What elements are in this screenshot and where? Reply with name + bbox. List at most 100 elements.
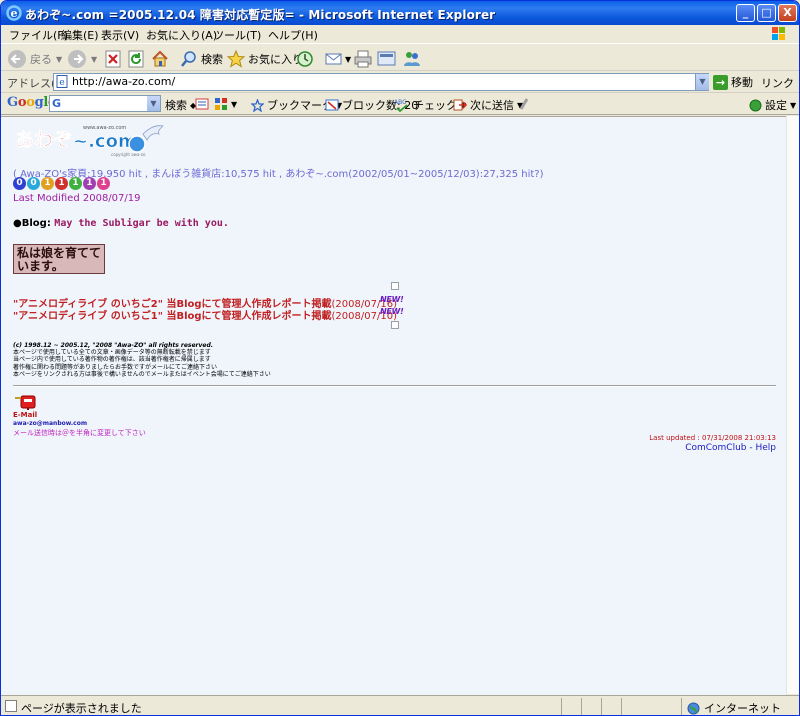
menu-view[interactable]: 表示(V) (101, 27, 139, 43)
menu-tools[interactable]: ツール(T) (213, 27, 261, 43)
links-button[interactable]: リンク (761, 75, 794, 91)
status-divider-1 (561, 698, 562, 715)
menu-favorites[interactable]: お気に入り(A) (146, 27, 217, 43)
google-search-dropdown-icon[interactable]: ▼ (147, 96, 160, 111)
counter-digit: 1 (55, 177, 68, 190)
notice-line-2: 当ページ内で使用している著作物の著作権は、該当著作権者に帰属します (13, 356, 211, 364)
refresh-icon (128, 50, 144, 68)
menu-help[interactable]: ヘルプ(H) (268, 27, 318, 43)
menu-edit[interactable]: 編集(E) (61, 27, 99, 43)
address-bar: アドレス(D) e http://awa-zo.com/ ▼ → 移動 リンク (1, 71, 799, 93)
printer-icon (354, 50, 372, 68)
new-badge-1: NEW! (380, 295, 404, 304)
settings-label: 設定 (765, 99, 787, 112)
mail-icon (325, 53, 342, 65)
close-button[interactable]: X (778, 4, 797, 22)
history-button[interactable] (296, 48, 314, 70)
counter-digit: 1 (41, 177, 54, 190)
settings-button[interactable]: 設定 ▼ (749, 97, 796, 113)
hit-counter: 0011111 (13, 177, 110, 190)
announcement-2-text: "アニメロディライブ のいちご1" 当Blogにて管理人作成レポート掲載 (13, 311, 332, 322)
new-badge-2: NEW! (380, 307, 404, 316)
status-message: ページが表示されました (21, 702, 142, 715)
address-dropdown-icon[interactable]: ▼ (695, 74, 709, 90)
back-arrow-icon (8, 50, 26, 68)
messenger-icon (404, 52, 420, 66)
svg-text:www.awa-zo.com: www.awa-zo.com (83, 125, 126, 131)
favorites-button[interactable]: お気に入り (227, 48, 303, 70)
site-logo[interactable]: あわぞ ~.com www.awa-zo.com copyright awa-z… (13, 120, 173, 158)
status-divider-3 (601, 698, 602, 715)
spacer-checkbox-bottom (391, 321, 399, 329)
scrollbar-track[interactable] (786, 116, 799, 694)
svg-text:e: e (59, 78, 64, 88)
menu-file[interactable]: ファイル(F) (9, 27, 68, 43)
stop-icon (105, 50, 121, 68)
zone-label: インターネット (704, 702, 781, 715)
home-button[interactable] (151, 48, 169, 70)
mail-button[interactable]: ▼ (325, 48, 351, 70)
standard-toolbar: 戻る ▼ ▼ 検索 お気に入り ▼ (1, 45, 799, 71)
news-button[interactable] (195, 97, 209, 111)
status-divider-5 (681, 698, 682, 715)
maximize-button[interactable]: □ (757, 4, 776, 22)
comcomclub-help-link[interactable]: ComComClub - Help (685, 443, 776, 453)
counter-digit: 1 (97, 177, 110, 190)
google-search-input[interactable]: G ▼ (49, 95, 161, 112)
page-done-icon (5, 700, 17, 712)
windows-logo-icon (772, 27, 785, 40)
status-divider-2 (581, 698, 582, 715)
back-dropdown-icon[interactable]: ▼ (56, 55, 62, 64)
last-modified: Last Modified 2008/07/19 (13, 193, 141, 204)
counter-digit: 1 (69, 177, 82, 190)
announcement-link-2[interactable]: "アニメロディライブ のいちご1" 当Blogにて管理人作成レポート掲載(200… (13, 307, 397, 322)
go-button[interactable]: → 移動 (713, 74, 753, 90)
blog-link[interactable]: May the Subligar be with you. (54, 218, 229, 229)
svg-text:~.com: ~.com (73, 131, 137, 152)
email-label: E-Mail (13, 411, 38, 419)
last-updated: Last updated : 07/31/2008 21:03:13 (649, 434, 776, 442)
pagerank-button[interactable]: ▼ (214, 97, 237, 111)
search-button[interactable]: 検索 (180, 48, 223, 70)
daughter-banner[interactable]: 私は娘を育てています。 (13, 244, 105, 274)
google-search-button[interactable]: 検索 ◆ (165, 97, 196, 113)
back-button[interactable]: 戻る ▼ (7, 48, 62, 70)
bookmark-star-icon (251, 98, 264, 112)
pagerank-icon (215, 98, 227, 110)
go-arrow-icon: → (713, 74, 728, 90)
minimize-button[interactable]: _ (736, 4, 755, 22)
refresh-button[interactable] (127, 48, 145, 70)
forward-button[interactable]: ▼ (67, 48, 97, 70)
check-label: チェック (413, 99, 457, 112)
title-bar[interactable]: e あわぞ~.com =2005.12.04 障害対応暫定版= - Micros… (1, 1, 799, 25)
stop-button[interactable] (104, 48, 122, 70)
spellcheck-icon: ABC (394, 99, 408, 112)
settings-dropdown-icon: ▼ (790, 100, 797, 110)
page-content: あわぞ ~.com www.awa-zo.com copyright awa-z… (1, 116, 786, 695)
messenger-button[interactable] (402, 48, 422, 70)
send-arrow-icon (453, 99, 467, 111)
print-button[interactable] (353, 48, 373, 70)
edit-button[interactable] (377, 48, 397, 70)
page-body: あわぞ ~.com www.awa-zo.com copyright awa-z… (1, 117, 786, 695)
highlight-button[interactable] (518, 97, 530, 111)
mail-dropdown-icon[interactable]: ▼ (345, 55, 351, 64)
email-address[interactable]: awa-zo@manbow.com (13, 420, 87, 427)
pagerank-dropdown-icon[interactable]: ▼ (231, 100, 237, 109)
svg-text:あわぞ: あわぞ (15, 129, 72, 151)
forward-dropdown-icon[interactable]: ▼ (91, 55, 97, 64)
edit-page-icon (377, 51, 396, 66)
notice-line-3: 著作権に関わる問題等がありましたらお手数ですがメールにてご連絡下さい (13, 363, 218, 371)
blog-label: Blog: (21, 218, 51, 229)
send-to-button[interactable]: 次に送信 ▼ (453, 97, 523, 113)
blog-line: ●Blog: May the Subligar be with you. (13, 218, 229, 229)
favorites-label: お気に入り (248, 53, 303, 66)
globe-icon (687, 702, 700, 714)
forward-arrow-icon (68, 50, 86, 68)
counter-digit: 1 (83, 177, 96, 190)
security-zone[interactable]: インターネット (687, 700, 781, 715)
status-bar: ページが表示されました インターネット (1, 695, 799, 715)
address-input[interactable]: e http://awa-zo.com/ (53, 73, 709, 91)
svg-text:copyright awa-zo: copyright awa-zo (111, 152, 146, 157)
mailbox-icon[interactable] (13, 394, 37, 410)
